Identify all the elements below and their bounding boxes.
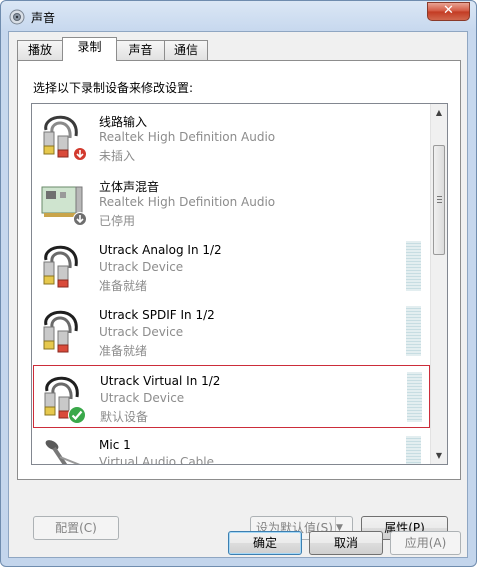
device-driver: Realtek High Definition Audio [99, 130, 276, 144]
level-meter [406, 241, 421, 291]
grip-line [437, 202, 442, 203]
device-driver: Utrack Device [99, 325, 184, 339]
vertical-scrollbar[interactable]: ▲ ▼ [430, 104, 447, 464]
device-driver: Realtek High Definition Audio [99, 195, 276, 209]
device-driver: Virtual Audio Cable [99, 455, 215, 465]
scrollbar-thumb[interactable] [433, 145, 445, 255]
device-status: 已停用 [99, 214, 136, 228]
device-name: 线路输入 [99, 115, 148, 129]
level-meter [406, 436, 421, 464]
device-name: Utrack Virtual In 1/2 [100, 374, 221, 388]
device-driver: Utrack Device [100, 391, 185, 405]
window-title: 声音 [31, 11, 56, 25]
title-bar[interactable]: 声音 ✕ [1, 1, 476, 31]
apply-button[interactable]: 应用(A) [390, 531, 461, 555]
rca-cable-icon [43, 310, 78, 353]
speaker-icon [9, 9, 25, 25]
device-row-utrack-virtual[interactable]: Utrack Virtual In 1/2 Utrack Device 默认设备 [33, 365, 430, 428]
device-row-stereo-mix[interactable]: 立体声混音 Realtek High Definition Audio 已停用 [33, 170, 430, 233]
tab-sounds[interactable]: 声音 [116, 40, 165, 60]
close-button[interactable]: ✕ [427, 2, 470, 21]
device-status: 默认设备 [100, 410, 149, 424]
device-row-utrack-spdif[interactable]: Utrack SPDIF In 1/2 Utrack Device 准备就绪 [33, 300, 430, 363]
cancel-button[interactable]: 取消 [309, 531, 383, 555]
device-status: 准备就绪 [99, 279, 148, 293]
close-icon: ✕ [443, 3, 454, 18]
device-row-mic-1[interactable]: Mic 1 Virtual Audio Cable [33, 430, 430, 465]
sound-dialog: 声音 ✕ 播放 录制 声音 通信 选择以下录制设备来修改设置: 线路输入 Rea… [0, 0, 477, 567]
device-name: Utrack SPDIF In 1/2 [99, 308, 215, 322]
level-meter [406, 306, 421, 356]
scroll-down-arrow-icon[interactable]: ▼ [431, 447, 447, 464]
panel-prompt: 选择以下录制设备来修改设置: [33, 81, 194, 95]
microphone-icon [45, 440, 81, 464]
recording-tab-panel: 选择以下录制设备来修改设置: 线路输入 Realtek High Definit… [17, 60, 461, 540]
device-driver: Utrack Device [99, 260, 184, 274]
device-name: Mic 1 [99, 438, 131, 452]
device-row-line-in[interactable]: 线路输入 Realtek High Definition Audio 未插入 [33, 105, 430, 168]
device-row-utrack-analog[interactable]: Utrack Analog In 1/2 Utrack Device 准备就绪 [33, 235, 430, 298]
device-name: Utrack Analog In 1/2 [99, 243, 222, 257]
tab-recording[interactable]: 录制 [62, 37, 117, 61]
recording-device-list[interactable]: 线路输入 Realtek High Definition Audio 未插入 立… [31, 103, 448, 465]
scroll-up-arrow-icon[interactable]: ▲ [431, 104, 447, 121]
green-check-badge-icon [68, 406, 86, 424]
grip-line [437, 199, 442, 200]
device-status: 未插入 [99, 149, 136, 163]
red-down-arrow-badge-icon [73, 147, 87, 161]
ok-button[interactable]: 确定 [228, 531, 302, 555]
gray-down-arrow-badge-icon [73, 212, 87, 226]
tab-communications[interactable]: 通信 [164, 40, 208, 60]
tab-playback[interactable]: 播放 [17, 40, 63, 60]
dialog-client: 播放 录制 声音 通信 选择以下录制设备来修改设置: 线路输入 Realtek … [8, 31, 468, 558]
level-meter [407, 372, 422, 422]
configure-button[interactable]: 配置(C) [33, 516, 119, 540]
grip-line [437, 196, 442, 197]
rca-cable-icon [43, 245, 78, 288]
device-name: 立体声混音 [99, 180, 160, 194]
device-status: 准备就绪 [99, 344, 148, 358]
